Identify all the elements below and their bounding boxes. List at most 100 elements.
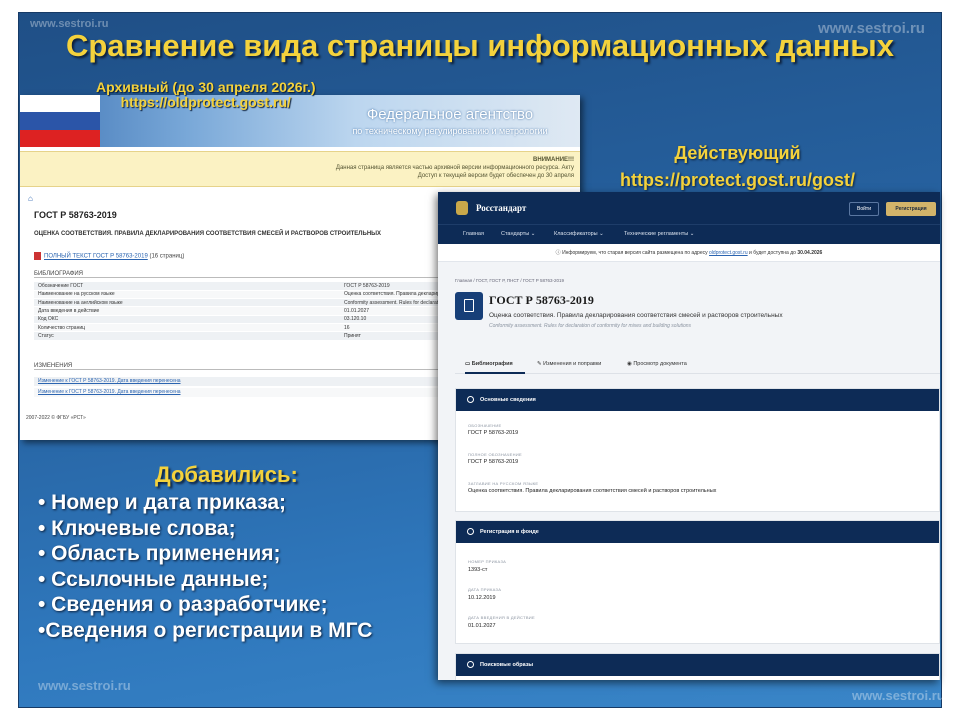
chevron-down-icon: ⌄	[530, 231, 536, 237]
full-text-link[interactable]: ПОЛНЫЙ ТЕКСТ ГОСТ Р 58763-2019 (16 стран…	[34, 252, 184, 260]
tab-label: Изменения и поправки	[543, 361, 602, 367]
card-header: Поисковые образы	[456, 654, 939, 676]
pdf-icon	[34, 252, 41, 260]
doc-title: ГОСТ Р 58763-2019	[489, 293, 594, 307]
list-item: • Ссылочные данные;	[38, 567, 269, 591]
field-label: ЗАГЛАВИЕ НА РУССКОМ ЯЗЫКЕ	[468, 481, 539, 486]
nav-item-classifiers[interactable]: Классификаторы ⌄	[554, 231, 604, 237]
info-icon	[467, 528, 474, 535]
current-label-url: https://protect.gost.ru/gost/	[620, 170, 855, 190]
field-label: ОБОЗНАЧЕНИЕ	[468, 423, 502, 428]
site-header: Росстандарт Войти Регистрация	[438, 192, 940, 224]
list-item: • Ключевые слова;	[38, 516, 236, 540]
doc-title: ГОСТ Р 58763-2019	[34, 210, 117, 220]
full-text-link-label[interactable]: ПОЛНЫЙ ТЕКСТ ГОСТ Р 58763-2019	[44, 254, 148, 260]
card-header: Регистрация в фонде	[456, 521, 939, 543]
archive-label: Архивный (до 30 апреля 2026г.) https://o…	[96, 80, 316, 110]
cell: Наименование на английском языке	[34, 298, 340, 308]
cell: Дата введения в действие	[34, 306, 340, 316]
added-title: Добавились:	[155, 462, 298, 487]
agency-name: Федеральное агентство по техническому ре…	[320, 107, 580, 139]
info-banner: ⓘ Информируем, что старая версия сайта р…	[438, 244, 940, 262]
archive-label-line1: Архивный (до 30 апреля 2026г.)	[96, 79, 316, 95]
card-registration: Регистрация в фонде НОМЕР ПРИКАЗА 1393-с…	[455, 520, 940, 644]
info-icon: ⓘ	[555, 250, 561, 256]
nav-item-standards[interactable]: Стандарты ⌄	[501, 231, 535, 237]
chevron-down-icon: ⌄	[599, 231, 604, 237]
nav-label: Стандарты	[501, 231, 530, 237]
tab-changes[interactable]: ✎ Изменения и поправки	[537, 361, 601, 367]
info-text: Информируем, что старая версия сайта раз…	[562, 250, 708, 256]
field-value: ГОСТ Р 58763-2019	[468, 459, 519, 465]
agency-line2: по техническому регулированию и метролог…	[352, 126, 548, 136]
document-icon	[455, 292, 483, 320]
nav-label: Технические регламенты	[624, 231, 689, 237]
home-icon[interactable]: ⌂	[28, 194, 33, 203]
russian-flag-icon	[20, 95, 100, 147]
field-label: ДАТА ПРИКАЗА	[468, 587, 502, 592]
old-site-link[interactable]: oldprotect.gost.ru	[709, 250, 748, 256]
list-item: • Сведения о разработчике;	[38, 593, 328, 617]
tab-bibliography[interactable]: ▭ Библиография	[465, 361, 513, 367]
current-label-line1: Действующий	[674, 143, 801, 163]
tab-label: Просмотр документа	[633, 361, 687, 367]
doc-subtitle: Оценка соответствия. Правила декларирова…	[489, 312, 783, 319]
chevron-down-icon: ⌄	[689, 231, 695, 237]
watermark: www.sestroi.ru	[852, 688, 945, 703]
old-footer: 2007-2022 © ФГБУ «РСТ»	[26, 415, 86, 421]
current-label: Действующий https://protect.gost.ru/gost…	[610, 140, 865, 194]
doc-tabs: ▭ Библиография ✎ Изменения и поправки ◉ …	[455, 354, 940, 374]
doc-subtitle-en: Conformity assessment. Rules for declara…	[489, 323, 692, 329]
nav-label: Классификаторы	[554, 231, 598, 237]
watermark: www.sestroi.ru	[38, 678, 131, 693]
card-title: Основные сведения	[480, 397, 536, 403]
list-item: • Номер и дата приказа;	[38, 491, 287, 514]
field-label: НОМЕР ПРИКАЗА	[468, 559, 507, 564]
cell: Наименование на русском языке	[34, 290, 340, 300]
nav-item-regulations[interactable]: Технические регламенты ⌄	[624, 231, 694, 237]
field-value: 01.01.2027	[468, 623, 496, 629]
card-title: Регистрация в фонде	[480, 529, 539, 535]
login-button[interactable]: Войти	[849, 202, 879, 216]
current-site-screenshot: Росстандарт Войти Регистрация Главная Ст…	[438, 192, 940, 680]
cell: Код ОКС	[34, 315, 340, 325]
archive-warning: ВНИМАНИЕ!!! Данная страница является час…	[20, 151, 580, 187]
added-list: • Номер и дата приказа; • Ключевые слова…	[38, 490, 372, 644]
nav-item-home[interactable]: Главная	[463, 231, 484, 237]
breadcrumb[interactable]: Главная / ГОСТ, ГОСТ Р, ПНСТ / ГОСТ Р 58…	[455, 278, 564, 283]
edit-icon: ✎	[537, 361, 542, 367]
field-value: 1393-ст	[468, 567, 488, 573]
warning-line: Доступ к текущей версии будет обеспечен …	[417, 173, 574, 179]
list-item: • Область применения;	[38, 542, 281, 566]
archive-label-url: https://oldprotect.gost.ru/	[120, 94, 291, 110]
warning-line: Данная страница является частью архивной…	[335, 165, 574, 171]
info-date: 30.04.2026	[797, 250, 823, 256]
info-text: и будет доступна до	[749, 250, 796, 256]
eye-icon: ◉	[627, 361, 632, 367]
field-label: ДАТА ВВЕДЕНИЯ В ДЕЙСТВИЕ	[468, 615, 535, 620]
emblem-icon	[456, 201, 468, 215]
card-basic-info: Основные сведения ОБОЗНАЧЕНИЕ ГОСТ Р 587…	[455, 388, 940, 512]
register-button[interactable]: Регистрация	[886, 202, 936, 216]
field-label: ПОЛНОЕ ОБОЗНАЧЕНИЕ	[468, 452, 522, 457]
brand-name[interactable]: Росстандарт	[476, 203, 526, 213]
info-icon	[467, 661, 474, 668]
tab-label: Библиография	[471, 361, 513, 367]
field-value: ГОСТ Р 58763-2019	[468, 430, 519, 436]
slide: www.sestroi.ru www.sestroi.ru www.sestro…	[0, 0, 960, 720]
field-value: Оценка соответствия. Правила декларирова…	[468, 488, 717, 494]
full-text-pages: (16 страниц)	[149, 253, 185, 260]
list-item: •Сведения о регистрации в МГС	[38, 618, 373, 642]
cell: Количество страниц	[34, 323, 340, 333]
doc-subtitle: ОЦЕНКА СООТВЕТСТВИЯ. ПРАВИЛА ДЕКЛАРИРОВА…	[34, 231, 382, 237]
book-icon: ▭	[465, 361, 471, 367]
card-search-images: Поисковые образы	[455, 653, 940, 680]
warning-title: ВНИМАНИЕ!!!	[533, 157, 574, 163]
tab-view-document[interactable]: ◉ Просмотр документа	[627, 361, 687, 367]
main-nav: Главная Стандарты ⌄ Классификаторы ⌄ Тех…	[438, 224, 940, 244]
card-header: Основные сведения	[456, 389, 939, 411]
cell: Обозначение ГОСТ	[34, 282, 340, 291]
agency-line1: Федеральное агентство	[366, 106, 534, 123]
field-value: 10.12.2019	[468, 595, 496, 601]
info-icon	[467, 396, 474, 403]
